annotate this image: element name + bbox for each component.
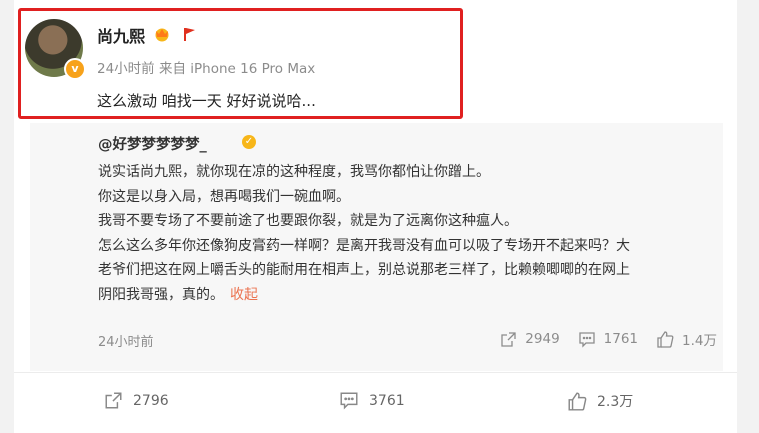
avatar[interactable]: v [25, 19, 86, 80]
repost-time[interactable]: 24小时前 [98, 331, 154, 350]
repost-author[interactable]: @好梦梦梦梦梦_ [98, 133, 207, 154]
repost-like-count: 1.4万 [682, 333, 717, 349]
crown-badge-icon[interactable] [153, 26, 171, 42]
repost-count: 2796 [133, 392, 169, 409]
repost-last-line: 阴阳我哥强，真的。 [98, 286, 224, 303]
repost-text-line: 说实话尚九熙，就你现在凉的这种程度，我骂你都怕让你蹭上。 [98, 164, 490, 180]
comment-icon [340, 392, 358, 410]
repost-text-line: 怎么这么多年你还像狗皮膏药一样啊？是离开我哥没有血可以吸了专场开不起来吗？大 [98, 237, 630, 254]
flag-badge-icon[interactable] [181, 26, 197, 42]
repost-text-line: 我哥不要专场了不要前途了也要跟你裂，就是为了远离你这种瘟人。 [98, 213, 518, 229]
repost-like-button[interactable]: 1.4万 [656, 329, 717, 349]
verified-badge-icon: ✓ [242, 135, 256, 149]
thumbs-up-icon [657, 330, 674, 348]
repost-actions: 2949 1761 1.4万 [500, 329, 717, 349]
verified-badge-icon: v [64, 58, 86, 80]
post-meta: 24小时前 来自 iPhone 16 Pro Max [97, 57, 315, 77]
collapse-link[interactable]: 收起 [230, 287, 258, 303]
repost-repost-count: 2949 [525, 331, 560, 347]
post-time[interactable]: 24小时前 [97, 61, 155, 77]
comment-count: 3761 [369, 392, 405, 409]
share-icon [501, 331, 516, 347]
repost-comment-count: 1761 [603, 331, 639, 347]
comment-icon [579, 331, 595, 348]
author-name[interactable]: 尚九熙 [97, 23, 145, 47]
repost-repost-button[interactable]: 2949 [500, 329, 560, 349]
reposted-content: @好梦梦梦梦梦_ ✓ 说实话尚九熙，就你现在凉的这种程度，我骂你都怕让你蹭上。 … [30, 123, 723, 371]
like-button[interactable]: 2.3万 [567, 391, 633, 411]
share-icon [105, 392, 122, 409]
repost-text-line: 阴阳我哥强，真的。 收起 [98, 283, 718, 308]
post-source: 来自 iPhone 16 Pro Max [158, 61, 316, 77]
action-bar: 2796 3761 2.3万 [14, 373, 737, 433]
repost-text-line: 老爷们把这在网上嚼舌头的能耐用在相声上，别总说那老三样了，比赖赖唧唧的在网上 [98, 262, 630, 278]
like-count: 2.3万 [597, 394, 634, 410]
post-text: 这么激动 咱找一天 好好说说哈... [97, 92, 316, 110]
comment-button[interactable]: 3761 [339, 391, 405, 410]
repost-comment-button[interactable]: 1761 [578, 329, 638, 349]
thumbs-up-icon [568, 391, 587, 411]
repost-text: 说实话尚九熙，就你现在凉的这种程度，我骂你都怕让你蹭上。 你这是以身入局，想再喝… [98, 160, 718, 307]
repost-button[interactable]: 2796 [104, 391, 169, 410]
repost-text-line: 你这是以身入局，想再喝我们一碗血啊。 [98, 188, 350, 205]
